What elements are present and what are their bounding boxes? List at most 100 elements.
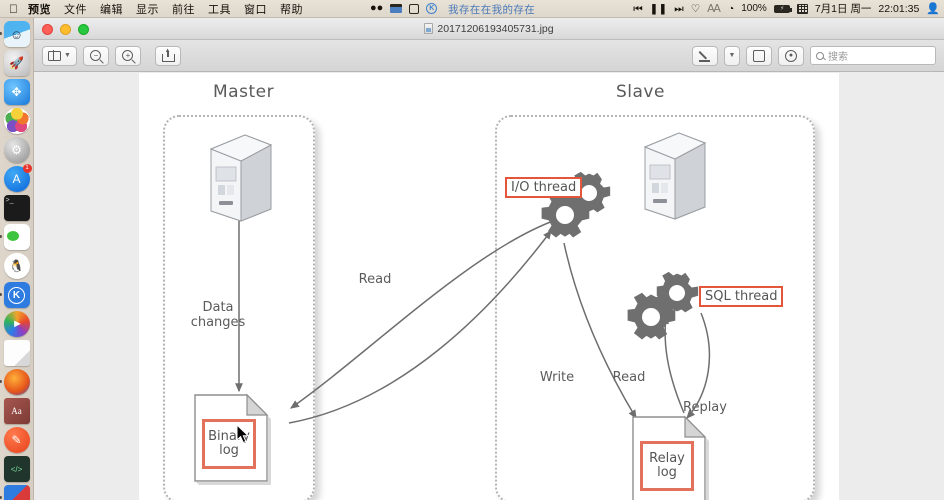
dock-item-firefox[interactable]: [0, 369, 30, 395]
dock-item-notes[interactable]: [3, 340, 30, 366]
relay-log-document: Relay log: [629, 413, 709, 500]
rotate-icon: [753, 49, 765, 62]
wechat-status-icon[interactable]: ●●: [370, 3, 383, 14]
minimize-button[interactable]: [60, 24, 71, 35]
app-store-badge: 1: [22, 164, 32, 173]
toolbar-right-group: ▼ ● 搜索: [692, 45, 936, 66]
gear-icon: ⚙: [11, 143, 22, 157]
markup-button[interactable]: [692, 45, 718, 66]
search-input[interactable]: 搜索: [810, 46, 936, 65]
menu-item-go[interactable]: 前往: [172, 1, 195, 17]
highlight-button[interactable]: ●: [778, 45, 804, 66]
close-button[interactable]: [42, 24, 53, 35]
relay-log-line1: Relay: [649, 450, 685, 466]
menu-item-help[interactable]: 帮助: [280, 1, 303, 17]
menubar-date: 7月1日 周一: [814, 2, 872, 15]
menu-item-edit[interactable]: 编辑: [100, 1, 123, 17]
kuaibo-icon: K: [8, 286, 25, 304]
dictionary-icon: Aa: [11, 406, 22, 416]
pause-icon[interactable]: ❚❚: [650, 4, 668, 15]
next-track-icon[interactable]: ⏭: [674, 4, 683, 15]
dock-item-wechat[interactable]: [0, 224, 30, 250]
menu-item-window[interactable]: 窗口: [244, 1, 267, 17]
menu-item-file[interactable]: 文件: [64, 1, 87, 17]
highlight-icon: ●: [785, 49, 797, 62]
dock-item-photos[interactable]: [3, 108, 30, 134]
dock: ☺ 🚀 ✥ ⚙ A1 >_ 🐧 K ► Aa ✎ </>: [0, 18, 34, 500]
screen-status-icon[interactable]: [390, 4, 403, 13]
io-thread-badge: I/O thread: [505, 177, 583, 198]
dock-item-dictionary[interactable]: Aa: [3, 398, 30, 424]
appstore-icon: A: [12, 172, 21, 186]
battery-percent-label: 100%: [741, 3, 767, 14]
share-button[interactable]: [154, 45, 181, 66]
master-server-icon: [205, 131, 275, 223]
window-controls: [42, 24, 89, 35]
heart-icon[interactable]: ♡: [691, 4, 700, 15]
dock-item-terminal[interactable]: >_: [3, 195, 30, 221]
dock-item-finder[interactable]: ☺: [0, 21, 30, 47]
sidebar-icon: [48, 50, 61, 61]
previous-track-icon[interactable]: ⏮: [633, 4, 642, 15]
markup-pen-icon: [699, 50, 711, 62]
brush-icon: ✎: [11, 433, 22, 447]
mouse-cursor: [236, 423, 251, 450]
preview-window: 20171206193405731.jpg ▼ − + ▼: [34, 18, 944, 500]
dock-item-safari[interactable]: ✥: [3, 79, 30, 105]
menu-item-preview[interactable]: 预览: [28, 1, 51, 17]
bluetooth-icon[interactable]: Ꜳ: [707, 3, 721, 15]
dock-item-code-editor[interactable]: </>: [3, 456, 30, 482]
sidebar-toggle-button[interactable]: ▼: [42, 45, 77, 66]
markup-options-button[interactable]: ▼: [724, 45, 740, 66]
dock-item-player[interactable]: ►: [3, 311, 30, 337]
maximize-button[interactable]: [78, 24, 89, 35]
window-title-bar[interactable]: 20171206193405731.jpg: [34, 18, 944, 40]
dock-item-app-store[interactable]: A1: [3, 164, 32, 192]
sql-thread-gears-icon: [625, 269, 707, 343]
relay-log-line2: log: [657, 465, 677, 480]
zoom-in-icon: +: [122, 50, 134, 61]
play-icon: ►: [12, 318, 23, 330]
dock-item-kuaibo[interactable]: K: [0, 282, 30, 308]
document-icon: [424, 23, 434, 34]
menu-bar:  预览 文件 编辑 显示 前往 工具 窗口 帮助 ●● K 我存在在我的存在 …: [0, 0, 944, 18]
image-viewport[interactable]: Master Slave Data changes Binary log I/O…: [34, 73, 944, 500]
menu-item-view[interactable]: 显示: [136, 1, 159, 17]
dropbox-icon[interactable]: ◔: [728, 4, 734, 15]
chevron-down-icon: ▼: [728, 52, 736, 59]
dock-item-paintbrush[interactable]: ✎: [3, 427, 30, 453]
dock-item-launchpad[interactable]: 🚀: [3, 50, 30, 76]
zoom-in-button[interactable]: +: [114, 45, 141, 66]
copy-status-icon[interactable]: [409, 3, 420, 14]
window-title-text: 20171206193405731.jpg: [437, 22, 554, 35]
compass-icon: ✥: [11, 85, 22, 99]
slave-server-icon: [639, 129, 709, 221]
dock-item-sublime[interactable]: [0, 485, 30, 500]
apple-menu-icon[interactable]: : [9, 3, 18, 15]
rotate-button[interactable]: [746, 45, 772, 66]
binary-log-document: Binary log: [191, 391, 271, 486]
terminal-prompt-icon: >_: [5, 197, 14, 204]
dock-item-qq[interactable]: 🐧: [3, 253, 30, 279]
finder-icon: ☺: [9, 26, 24, 42]
image-canvas: Master Slave Data changes Binary log I/O…: [139, 73, 839, 500]
input-source-icon[interactable]: [796, 4, 808, 14]
menu-item-tools[interactable]: 工具: [208, 1, 231, 17]
now-playing-title: 我存在在我的存在: [448, 3, 536, 16]
rocket-icon: 🚀: [9, 56, 24, 70]
toolbar: ▼ − + ▼ ● 搜索: [34, 40, 944, 72]
menu-bar-status-area: ⏮ ❚❚ ⏭ ♡ Ꜳ ◔ 100% ⚡ 7月1日 周一 22:01:35 👤: [633, 0, 940, 18]
search-placeholder: 搜索: [828, 52, 848, 63]
penguin-icon: 🐧: [9, 259, 24, 273]
chevron-down-icon: ▼: [64, 52, 71, 59]
battery-icon[interactable]: ⚡: [773, 5, 792, 13]
sql-thread-badge: SQL thread: [699, 286, 784, 307]
kuaibo-status-icon[interactable]: K: [426, 3, 438, 14]
window-title: 20171206193405731.jpg: [424, 22, 554, 35]
zoom-out-button[interactable]: −: [82, 45, 109, 66]
zoom-out-icon: −: [90, 50, 102, 61]
dock-item-system-preferences[interactable]: ⚙: [3, 137, 30, 163]
search-icon: [816, 51, 824, 60]
user-account-icon[interactable]: 👤: [926, 3, 940, 15]
share-icon: [162, 48, 176, 62]
